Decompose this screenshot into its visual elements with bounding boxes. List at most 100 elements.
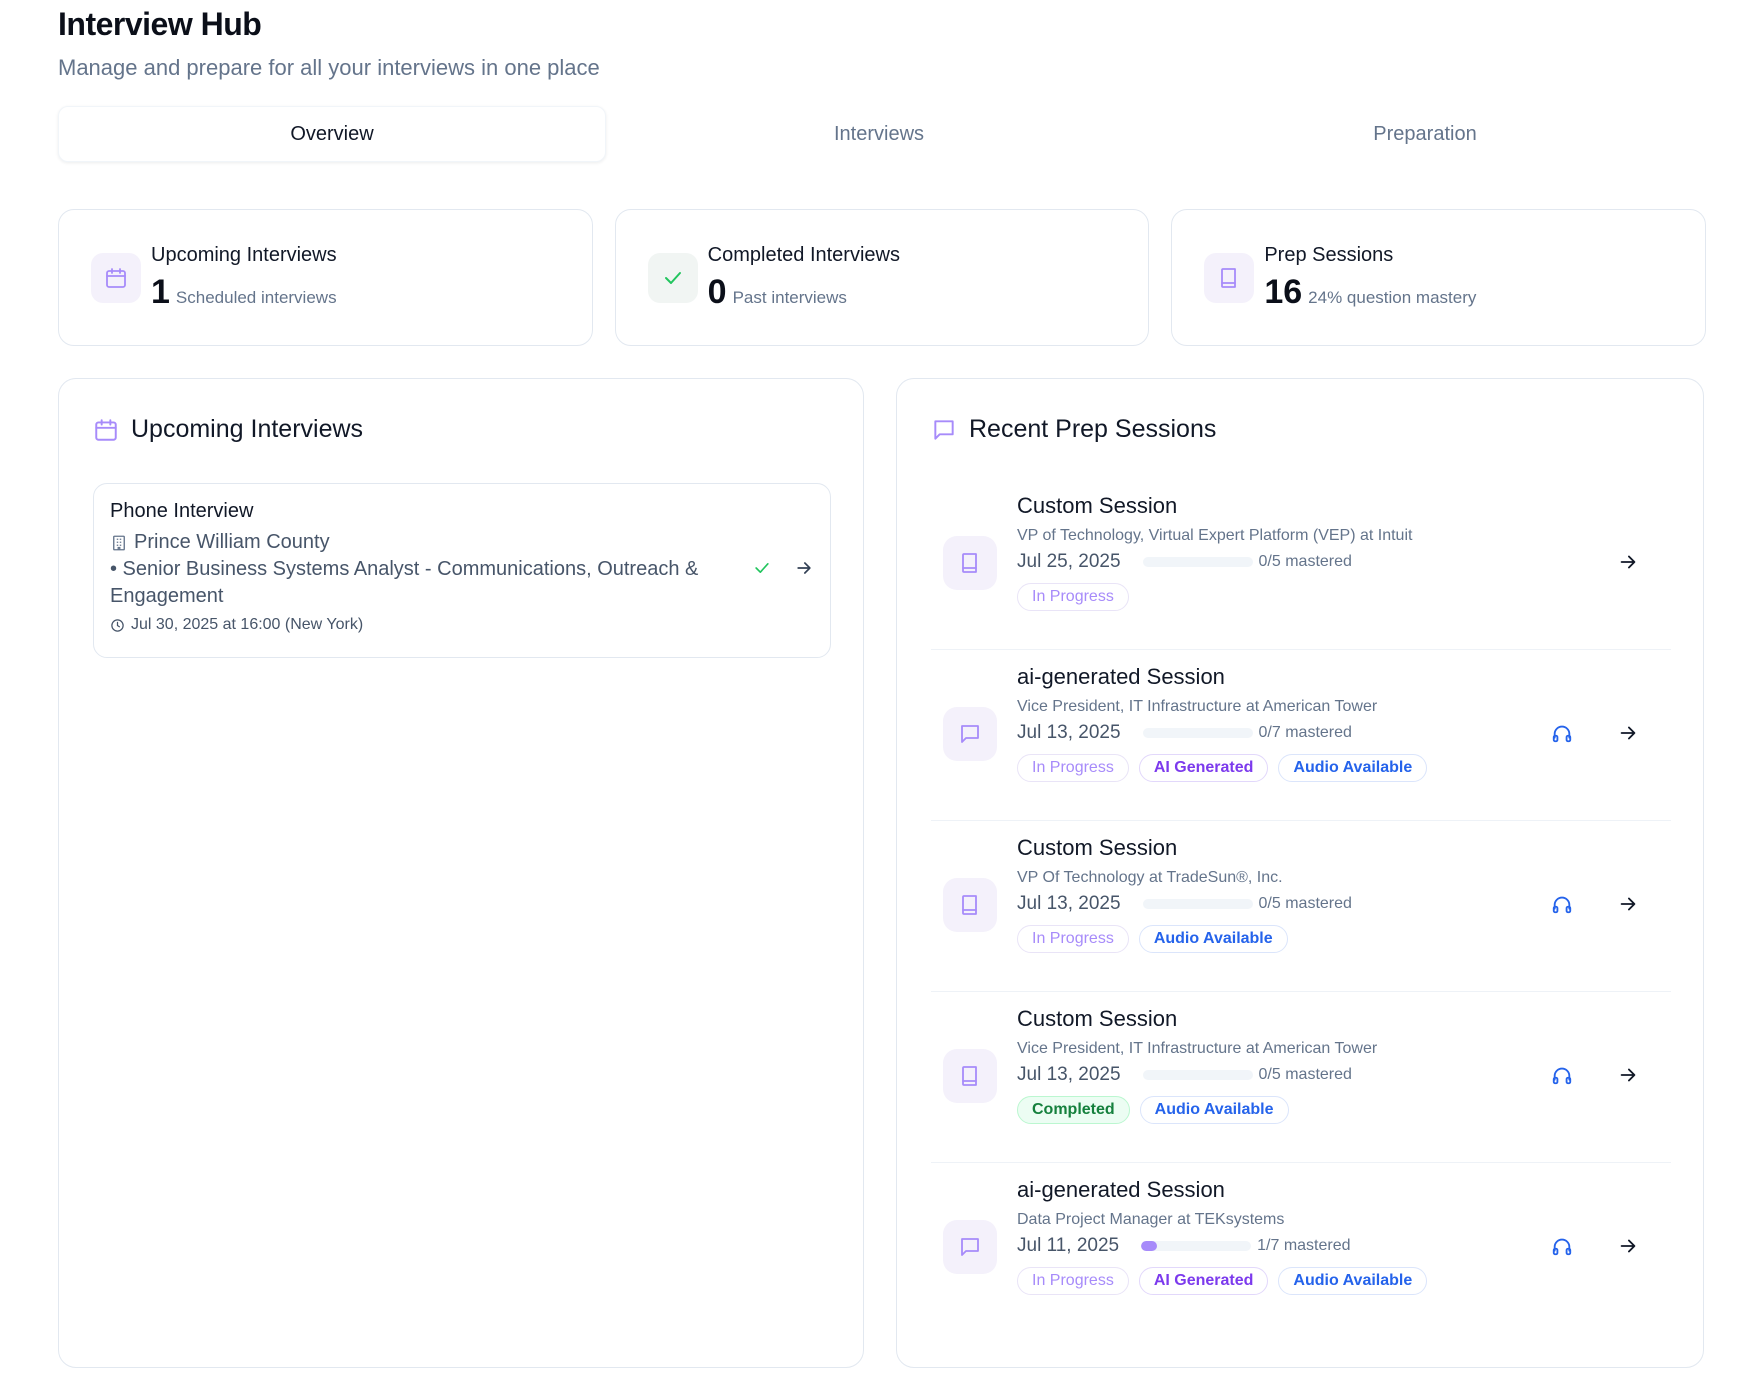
tab-overview[interactable]: Overview bbox=[58, 106, 606, 162]
mastery-progress-bar bbox=[1142, 1070, 1253, 1080]
session-date: Jul 13, 2025 bbox=[1017, 893, 1121, 914]
calendar-icon bbox=[91, 252, 141, 303]
session-role: VP of Technology, Virtual Expert Platfor… bbox=[1017, 527, 1413, 544]
mark-complete-icon[interactable] bbox=[752, 558, 772, 578]
page-header: Interview Hub Manage and prepare for all… bbox=[58, 6, 600, 81]
session-role: VP Of Technology at TradeSun®, Inc. bbox=[1017, 869, 1283, 886]
badge-in-progress: In Progress bbox=[1017, 754, 1129, 782]
badge-audio: Audio Available bbox=[1278, 1267, 1428, 1295]
session-mastered: 0/7 mastered bbox=[1258, 724, 1352, 741]
panel-title-text: Recent Prep Sessions bbox=[969, 415, 1217, 443]
interview-card[interactable]: Phone Interview Prince William County • … bbox=[93, 483, 831, 658]
mastery-progress-fill bbox=[1141, 1241, 1157, 1251]
book-icon bbox=[943, 536, 997, 590]
session-item[interactable]: Custom Session VP Of Technology at Trade… bbox=[931, 821, 1671, 992]
stat-label: Prep Sessions bbox=[1264, 243, 1394, 266]
arrow-right-icon[interactable] bbox=[1617, 1235, 1639, 1257]
message-icon bbox=[943, 707, 997, 761]
session-item[interactable]: ai-generated Session Vice President, IT … bbox=[931, 650, 1671, 821]
panel-title: Upcoming Interviews bbox=[93, 415, 363, 444]
stat-label: Completed Interviews bbox=[707, 243, 900, 266]
page-title: Interview Hub bbox=[58, 6, 262, 42]
stat-sub: 24% question mastery bbox=[1308, 287, 1477, 307]
session-mastered: 0/5 mastered bbox=[1258, 895, 1352, 912]
stat-label: Upcoming Interviews bbox=[151, 243, 337, 266]
panel-title: Recent Prep Sessions bbox=[931, 415, 1216, 444]
interview-role: • Senior Business Systems Analyst - Comm… bbox=[110, 558, 699, 607]
session-role: Vice President, IT Infrastructure at Ame… bbox=[1017, 698, 1378, 715]
clock-icon bbox=[110, 618, 125, 633]
stat-value: 1 bbox=[151, 272, 170, 311]
badge-in-progress: In Progress bbox=[1017, 925, 1129, 953]
company-name: Prince William County bbox=[134, 531, 330, 553]
stats-row: Upcoming Interviews 1 Scheduled intervie… bbox=[58, 209, 1707, 346]
session-item[interactable]: Custom Session Vice President, IT Infras… bbox=[931, 992, 1671, 1163]
session-mastered: 0/5 mastered bbox=[1258, 1066, 1352, 1083]
book-icon bbox=[1204, 252, 1255, 303]
mastery-progress-bar bbox=[1142, 728, 1253, 738]
session-badges: In Progress AI Generated Audio Available bbox=[1017, 754, 1428, 782]
session-title: Custom Session bbox=[1017, 493, 1178, 518]
badge-completed: Completed bbox=[1017, 1096, 1130, 1124]
session-title: Custom Session bbox=[1017, 835, 1178, 860]
badge-in-progress: In Progress bbox=[1017, 583, 1129, 611]
headphones-icon[interactable] bbox=[1551, 1235, 1573, 1257]
mastery-progress-bar bbox=[1141, 1241, 1252, 1251]
session-title: ai-generated Session bbox=[1017, 1177, 1225, 1202]
badge-in-progress: In Progress bbox=[1017, 1267, 1129, 1295]
recent-prep-sessions-panel: Recent Prep Sessions Custom Session VP o… bbox=[896, 378, 1704, 1368]
badge-ai: AI Generated bbox=[1138, 1267, 1269, 1295]
tab-bar: Overview Interviews Preparation bbox=[58, 106, 1698, 162]
session-date: Jul 25, 2025 bbox=[1017, 551, 1121, 572]
page-subtitle: Manage and prepare for all your intervie… bbox=[58, 55, 600, 80]
tab-interviews[interactable]: Interviews bbox=[606, 106, 1152, 162]
tab-preparation[interactable]: Preparation bbox=[1152, 106, 1698, 162]
badge-audio: Audio Available bbox=[1139, 1096, 1289, 1124]
session-mastered: 0/5 mastered bbox=[1258, 553, 1352, 570]
stat-card-prep: Prep Sessions 16 24% question mastery bbox=[1171, 209, 1707, 346]
building-icon bbox=[110, 534, 128, 552]
stat-card-upcoming: Upcoming Interviews 1 Scheduled intervie… bbox=[58, 209, 593, 346]
headphones-icon[interactable] bbox=[1551, 893, 1573, 915]
session-title: ai-generated Session bbox=[1017, 664, 1225, 689]
arrow-right-icon[interactable] bbox=[1617, 722, 1639, 744]
message-icon bbox=[931, 417, 957, 443]
session-item[interactable]: ai-generated Session Data Project Manage… bbox=[931, 1163, 1671, 1334]
calendar-icon bbox=[93, 417, 119, 443]
check-icon bbox=[647, 252, 698, 303]
interview-time: Jul 30, 2025 at 16:00 (New York) bbox=[110, 616, 814, 634]
book-icon bbox=[943, 878, 997, 932]
headphones-icon[interactable] bbox=[1551, 722, 1573, 744]
session-badges: In Progress AI Generated Audio Available bbox=[1017, 1267, 1428, 1295]
interview-company: Prince William County bbox=[110, 531, 814, 554]
session-date: Jul 11, 2025 bbox=[1017, 1235, 1120, 1256]
session-list: Custom Session VP of Technology, Virtual… bbox=[931, 479, 1671, 1334]
badge-audio: Audio Available bbox=[1138, 925, 1288, 953]
headphones-icon[interactable] bbox=[1551, 1064, 1573, 1086]
upcoming-interviews-panel: Upcoming Interviews Phone Interview Prin… bbox=[58, 378, 864, 1368]
arrow-right-icon[interactable] bbox=[1617, 1064, 1639, 1086]
session-badges: In Progress Audio Available bbox=[1017, 925, 1352, 953]
session-title: Custom Session bbox=[1017, 1006, 1178, 1031]
mastery-progress-bar bbox=[1142, 899, 1253, 909]
panel-title-text: Upcoming Interviews bbox=[131, 415, 364, 443]
interview-type: Phone Interview bbox=[110, 500, 254, 522]
session-badges: In Progress bbox=[1017, 583, 1412, 611]
session-date: Jul 13, 2025 bbox=[1017, 1064, 1121, 1085]
stat-value: 0 bbox=[707, 272, 727, 311]
mastery-progress-bar bbox=[1142, 557, 1253, 567]
book-icon bbox=[943, 1049, 997, 1103]
arrow-right-icon[interactable] bbox=[794, 558, 814, 578]
session-role: Data Project Manager at TEKsystems bbox=[1017, 1211, 1285, 1228]
arrow-right-icon[interactable] bbox=[1617, 551, 1639, 573]
badge-audio: Audio Available bbox=[1278, 754, 1428, 782]
arrow-right-icon[interactable] bbox=[1617, 893, 1639, 915]
stat-sub: Scheduled interviews bbox=[175, 287, 337, 307]
message-icon bbox=[943, 1220, 997, 1274]
interview-time-text: Jul 30, 2025 at 16:00 (New York) bbox=[131, 616, 364, 633]
session-date: Jul 13, 2025 bbox=[1017, 722, 1121, 743]
session-mastered: 1/7 mastered bbox=[1257, 1237, 1351, 1254]
stat-value: 16 bbox=[1264, 272, 1303, 311]
session-badges: Completed Audio Available bbox=[1017, 1096, 1377, 1124]
session-item[interactable]: Custom Session VP of Technology, Virtual… bbox=[931, 479, 1671, 650]
